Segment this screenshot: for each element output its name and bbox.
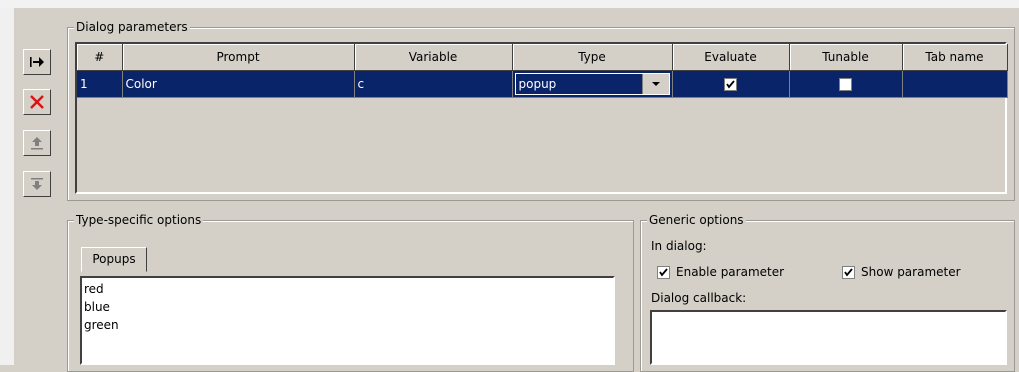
dialog-callback-textarea[interactable] bbox=[650, 310, 1007, 365]
column-header-tunable[interactable]: Tunable bbox=[789, 44, 903, 71]
parameters-table: # Prompt Variable Type Evaluate Tunable … bbox=[75, 42, 1008, 194]
evaluate-checkbox[interactable] bbox=[724, 78, 737, 91]
tab-name-cell[interactable] bbox=[902, 70, 1008, 98]
enable-parameter-label: Enable parameter bbox=[676, 265, 785, 279]
move-right-button[interactable] bbox=[23, 49, 51, 75]
checkmark-icon bbox=[726, 80, 735, 89]
show-parameter-checkbox[interactable] bbox=[842, 265, 855, 279]
type-dropdown[interactable]: popup bbox=[514, 73, 670, 95]
move-down-icon bbox=[31, 178, 43, 190]
column-header-variable[interactable]: Variable bbox=[354, 44, 513, 71]
enable-parameter-option[interactable]: Enable parameter bbox=[657, 265, 784, 279]
delete-x-icon bbox=[30, 95, 44, 109]
type-dropdown-button[interactable] bbox=[641, 74, 669, 94]
dialog-parameters-legend: Dialog parameters bbox=[74, 20, 190, 34]
list-item: red bbox=[84, 282, 104, 296]
tab-popups[interactable]: Popups bbox=[81, 247, 147, 272]
list-item: green bbox=[84, 318, 119, 332]
move-up-icon bbox=[31, 137, 43, 150]
checkmark-icon bbox=[844, 267, 853, 277]
move-down-button[interactable] bbox=[23, 171, 51, 197]
show-parameter-option[interactable]: Show parameter bbox=[842, 265, 961, 279]
show-parameter-label: Show parameter bbox=[861, 265, 961, 279]
column-header-type[interactable]: Type bbox=[512, 44, 673, 71]
tunable-checkbox[interactable] bbox=[839, 78, 852, 91]
table-row[interactable]: 1 Color c popup bbox=[77, 70, 1008, 98]
chevron-down-icon bbox=[651, 82, 660, 86]
type-dropdown-value: popup bbox=[518, 77, 557, 91]
enable-parameter-checkbox[interactable] bbox=[657, 265, 670, 279]
generic-options-legend: Generic options bbox=[647, 213, 746, 227]
column-header-number[interactable]: # bbox=[77, 44, 123, 71]
dialog-callback-label: Dialog callback: bbox=[651, 291, 747, 305]
delete-button[interactable] bbox=[23, 89, 51, 115]
popup-items-textarea[interactable]: red blue green bbox=[80, 276, 615, 365]
tunable-cell[interactable] bbox=[789, 70, 903, 98]
list-item: blue bbox=[84, 300, 110, 314]
variable-cell[interactable]: c bbox=[354, 70, 513, 98]
top-strip bbox=[0, 0, 1019, 8]
checkmark-icon bbox=[659, 267, 668, 277]
prompt-cell[interactable]: Color bbox=[122, 70, 355, 98]
table-header-row: # Prompt Variable Type Evaluate Tunable … bbox=[77, 44, 1008, 71]
left-margin bbox=[0, 8, 14, 365]
column-header-prompt[interactable]: Prompt bbox=[122, 44, 355, 71]
evaluate-cell[interactable] bbox=[672, 70, 790, 98]
move-right-icon bbox=[30, 57, 44, 67]
move-up-button[interactable] bbox=[23, 130, 51, 156]
column-header-tab-name[interactable]: Tab name bbox=[902, 44, 1008, 71]
type-specific-options-legend: Type-specific options bbox=[74, 213, 204, 227]
row-number-cell[interactable]: 1 bbox=[77, 70, 123, 98]
column-header-evaluate[interactable]: Evaluate bbox=[672, 44, 790, 71]
type-cell[interactable]: popup bbox=[512, 70, 673, 98]
in-dialog-label: In dialog: bbox=[651, 239, 707, 253]
